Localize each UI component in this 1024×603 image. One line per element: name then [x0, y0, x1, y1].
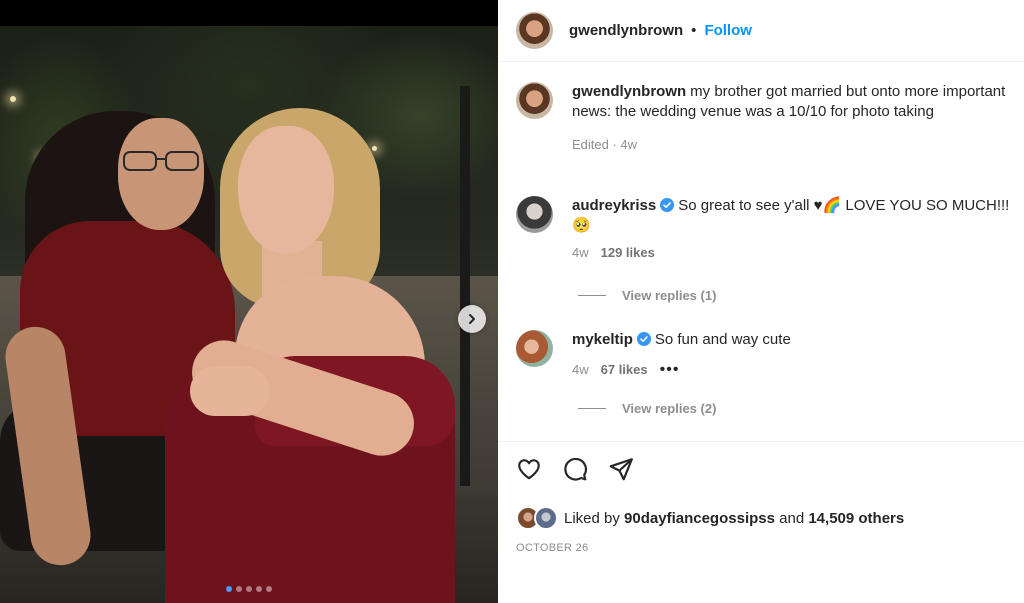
header-separator: •: [691, 22, 697, 39]
comment-time: 4w: [572, 362, 589, 377]
verified-badge-icon: [636, 332, 651, 346]
post-media: [0, 0, 498, 603]
comment-username[interactable]: audreykriss: [572, 197, 656, 214]
comments-section[interactable]: gwendlynbrown my brother got married but …: [498, 62, 1024, 442]
comment-text: So fun and way cute: [654, 331, 791, 348]
view-replies-button[interactable]: View replies (2): [578, 401, 716, 416]
verified-badge-icon: [660, 198, 675, 212]
post-header: gwendlynbrown • Follow: [498, 0, 1024, 62]
comment-likes[interactable]: 129 likes: [601, 245, 655, 260]
comment-item: audreykriss So great to see y'all ♥🌈 LOVE…: [516, 196, 1016, 260]
liked-by-user[interactable]: 90dayfiancegossipss: [624, 510, 775, 527]
follow-button[interactable]: Follow: [704, 22, 752, 39]
caption-avatar[interactable]: [516, 82, 553, 119]
liked-by: Liked by 90dayfiancegossipss and 14,509 …: [516, 506, 904, 530]
post-photo: [0, 26, 498, 603]
comment-item: mykeltip So fun and way cute 4w 67 likes …: [516, 330, 1016, 377]
carousel-dot: [266, 586, 272, 592]
comment-icon[interactable]: [562, 456, 588, 482]
next-photo-button[interactable]: [458, 305, 486, 333]
more-options-icon[interactable]: •••: [660, 361, 680, 377]
post-actions: [516, 456, 634, 482]
caption-username[interactable]: gwendlynbrown: [572, 83, 686, 100]
carousel-dot: [226, 586, 232, 592]
heart-icon[interactable]: [516, 456, 542, 482]
comment-likes[interactable]: 67 likes: [601, 362, 648, 377]
chevron-right-icon: [469, 314, 475, 324]
carousel-indicator: [0, 586, 498, 592]
author-username[interactable]: gwendlynbrown: [569, 22, 683, 39]
author-avatar[interactable]: [516, 12, 553, 49]
carousel-dot: [256, 586, 262, 592]
liked-by-avatars: [516, 506, 560, 530]
caption: gwendlynbrown my brother got married but …: [516, 82, 1016, 152]
view-replies-button[interactable]: View replies (1): [578, 288, 716, 303]
post-date: OCTOBER 26: [516, 542, 589, 554]
caption-edited-time: Edited · 4w: [572, 137, 638, 152]
comment-username[interactable]: mykeltip: [572, 331, 633, 348]
comment-time: 4w: [572, 245, 589, 260]
likes-count[interactable]: 14,509 others: [808, 510, 904, 527]
comment-avatar[interactable]: [516, 196, 553, 233]
share-icon[interactable]: [608, 456, 634, 482]
carousel-dot: [246, 586, 252, 592]
post-side-panel: gwendlynbrown • Follow gwendlynbrown my b…: [498, 0, 1024, 603]
avatar[interactable]: [534, 506, 558, 530]
carousel-dot: [236, 586, 242, 592]
comment-avatar[interactable]: [516, 330, 553, 367]
